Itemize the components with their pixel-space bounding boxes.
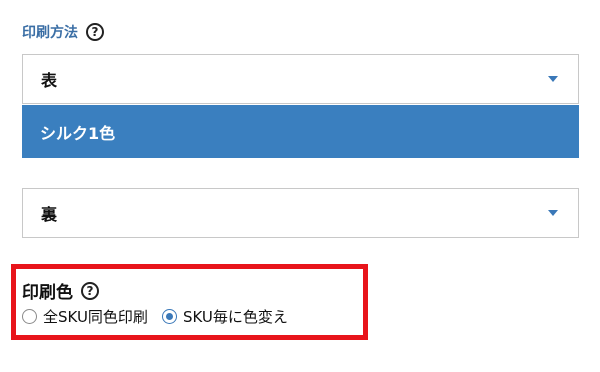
radio-unchecked-icon[interactable] — [22, 309, 37, 324]
radio-option-same-color[interactable]: 全SKU同色印刷 — [22, 306, 148, 327]
dropdown-option-label: シルク1色 — [40, 123, 116, 143]
front-select-value: 表 — [41, 71, 58, 90]
help-icon[interactable]: ? — [86, 23, 104, 41]
print-color-label-group: 印刷色 ? — [22, 278, 99, 303]
help-icon[interactable]: ? — [81, 281, 99, 300]
front-print-select[interactable]: 表 — [22, 54, 579, 104]
print-color-radio-group: 全SKU同色印刷 SKU毎に色変え — [22, 306, 288, 327]
radio-label: SKU毎に色変え — [182, 308, 288, 326]
dropdown-option-silk-1color[interactable]: シルク1色 — [22, 105, 579, 158]
radio-label: 全SKU同色印刷 — [43, 308, 148, 326]
radio-checked-icon[interactable] — [161, 309, 177, 324]
print-method-label: 印刷方法 — [22, 25, 78, 41]
radio-option-per-sku-color[interactable]: SKU毎に色変え — [161, 306, 288, 327]
chevron-down-icon — [548, 76, 558, 82]
print-color-label: 印刷色 — [22, 283, 73, 303]
back-select-value: 裏 — [41, 205, 58, 224]
back-print-select[interactable]: 裏 — [22, 188, 579, 238]
print-method-label-group: 印刷方法 ? — [22, 22, 104, 42]
chevron-down-icon — [548, 210, 558, 216]
